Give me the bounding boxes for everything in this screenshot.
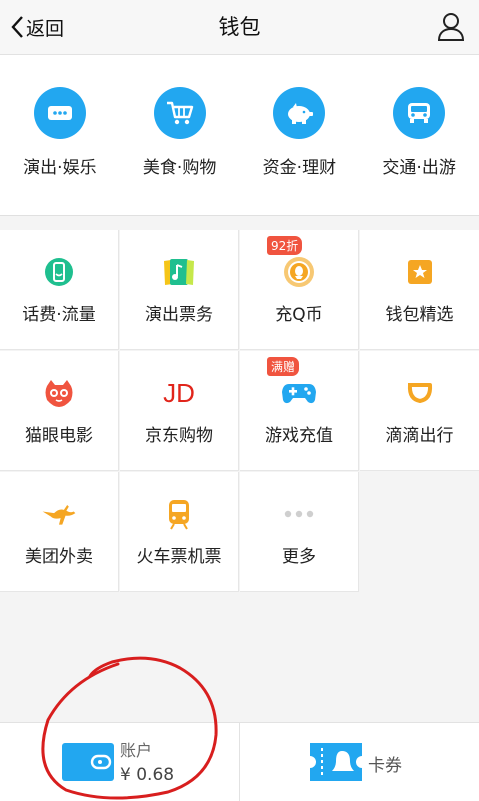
ticket-icon <box>33 87 86 139</box>
grid-item-label: 美团外卖 <box>25 547 93 567</box>
grid-item-train-flight[interactable]: 火车票机票 <box>120 472 239 592</box>
coupon-button[interactable]: 卡券 <box>239 723 479 801</box>
promo-badge: 满赠 <box>267 357 300 376</box>
wallet-icon <box>62 743 114 781</box>
piggy-bank-icon <box>273 87 326 139</box>
grid-item-show-tickets[interactable]: 演出票务 <box>120 230 239 350</box>
grid-item-phone[interactable]: 话费·流量 <box>0 230 119 350</box>
top-category-row: 演出·娱乐 美食·购物 资金·理财 交通·出游 <box>0 55 479 216</box>
user-icon[interactable] <box>437 12 465 42</box>
grid-item-label: 充Q币 <box>275 305 323 325</box>
grid-item-more[interactable]: 更多 <box>240 472 359 592</box>
star-tag-icon <box>402 254 438 290</box>
grid-item-wallet-picks[interactable]: 钱包精选 <box>360 230 479 350</box>
q-coin-icon <box>281 254 317 290</box>
account-balance: ¥ 0.68 <box>120 765 175 785</box>
cat-eye-icon <box>41 375 77 411</box>
top-nav-bar: 返回 钱包 <box>0 0 479 55</box>
grid-item-didi[interactable]: 滴滴出行 <box>360 351 479 471</box>
category-food-shopping[interactable]: 美食·购物 <box>120 55 240 215</box>
coupon-icon <box>310 743 362 781</box>
jd-icon: JD <box>161 375 197 411</box>
grid-item-label: 演出票务 <box>145 305 213 325</box>
account-button[interactable]: 账户 ¥ 0.68 <box>0 723 239 801</box>
discount-badge: 92折 <box>267 236 303 255</box>
grid-item-label: 火车票机票 <box>136 547 222 567</box>
car-icon <box>393 87 446 139</box>
grid-item-q-coin[interactable]: 92折 充Q币 <box>240 230 359 350</box>
cart-icon <box>153 87 206 139</box>
didi-icon <box>402 375 438 411</box>
category-label: 资金·理财 <box>262 158 337 178</box>
grid-item-meituan-waimai[interactable]: 美团外卖 <box>0 472 119 592</box>
train-icon <box>161 496 197 532</box>
page-title: 钱包 <box>218 15 261 39</box>
grid-item-label: 京东购物 <box>145 426 213 446</box>
grid-item-label: 钱包精选 <box>385 305 454 325</box>
grid-item-label: 猫眼电影 <box>25 426 93 446</box>
category-transport[interactable]: 交通·出游 <box>359 55 479 215</box>
category-entertainment[interactable]: 演出·娱乐 <box>0 55 120 215</box>
grid-item-jd[interactable]: JD 京东购物 <box>120 351 239 471</box>
more-dots-icon <box>281 496 317 532</box>
grid-item-label: 更多 <box>282 547 316 567</box>
account-label: 账户 <box>120 741 153 760</box>
category-label: 美食·购物 <box>142 158 217 178</box>
grid-item-label: 游戏充值 <box>265 426 333 446</box>
bottom-bar: 账户 ¥ 0.68 卡券 <box>0 722 479 801</box>
category-label: 交通·出游 <box>382 158 456 178</box>
phone-icon <box>41 254 77 290</box>
ticket-music-icon <box>161 254 197 290</box>
grid-item-game-topup[interactable]: 满赠 游戏充值 <box>240 351 359 471</box>
coupon-label: 卡券 <box>368 756 402 776</box>
category-finance[interactable]: 资金·理财 <box>240 55 360 215</box>
grid-item-maoyan[interactable]: 猫眼电影 <box>0 351 119 471</box>
gamepad-icon <box>281 375 317 411</box>
grid-item-label: 话费·流量 <box>22 305 96 325</box>
service-grid: 话费·流量 演出票务 92折 充Q币 钱包精选 猫眼电影 JD 京东购物 满赠 … <box>0 230 479 594</box>
jd-logo-text: JD <box>163 377 195 408</box>
category-label: 演出·娱乐 <box>23 158 97 178</box>
kangaroo-icon <box>41 496 77 532</box>
grid-item-label: 滴滴出行 <box>385 426 454 446</box>
